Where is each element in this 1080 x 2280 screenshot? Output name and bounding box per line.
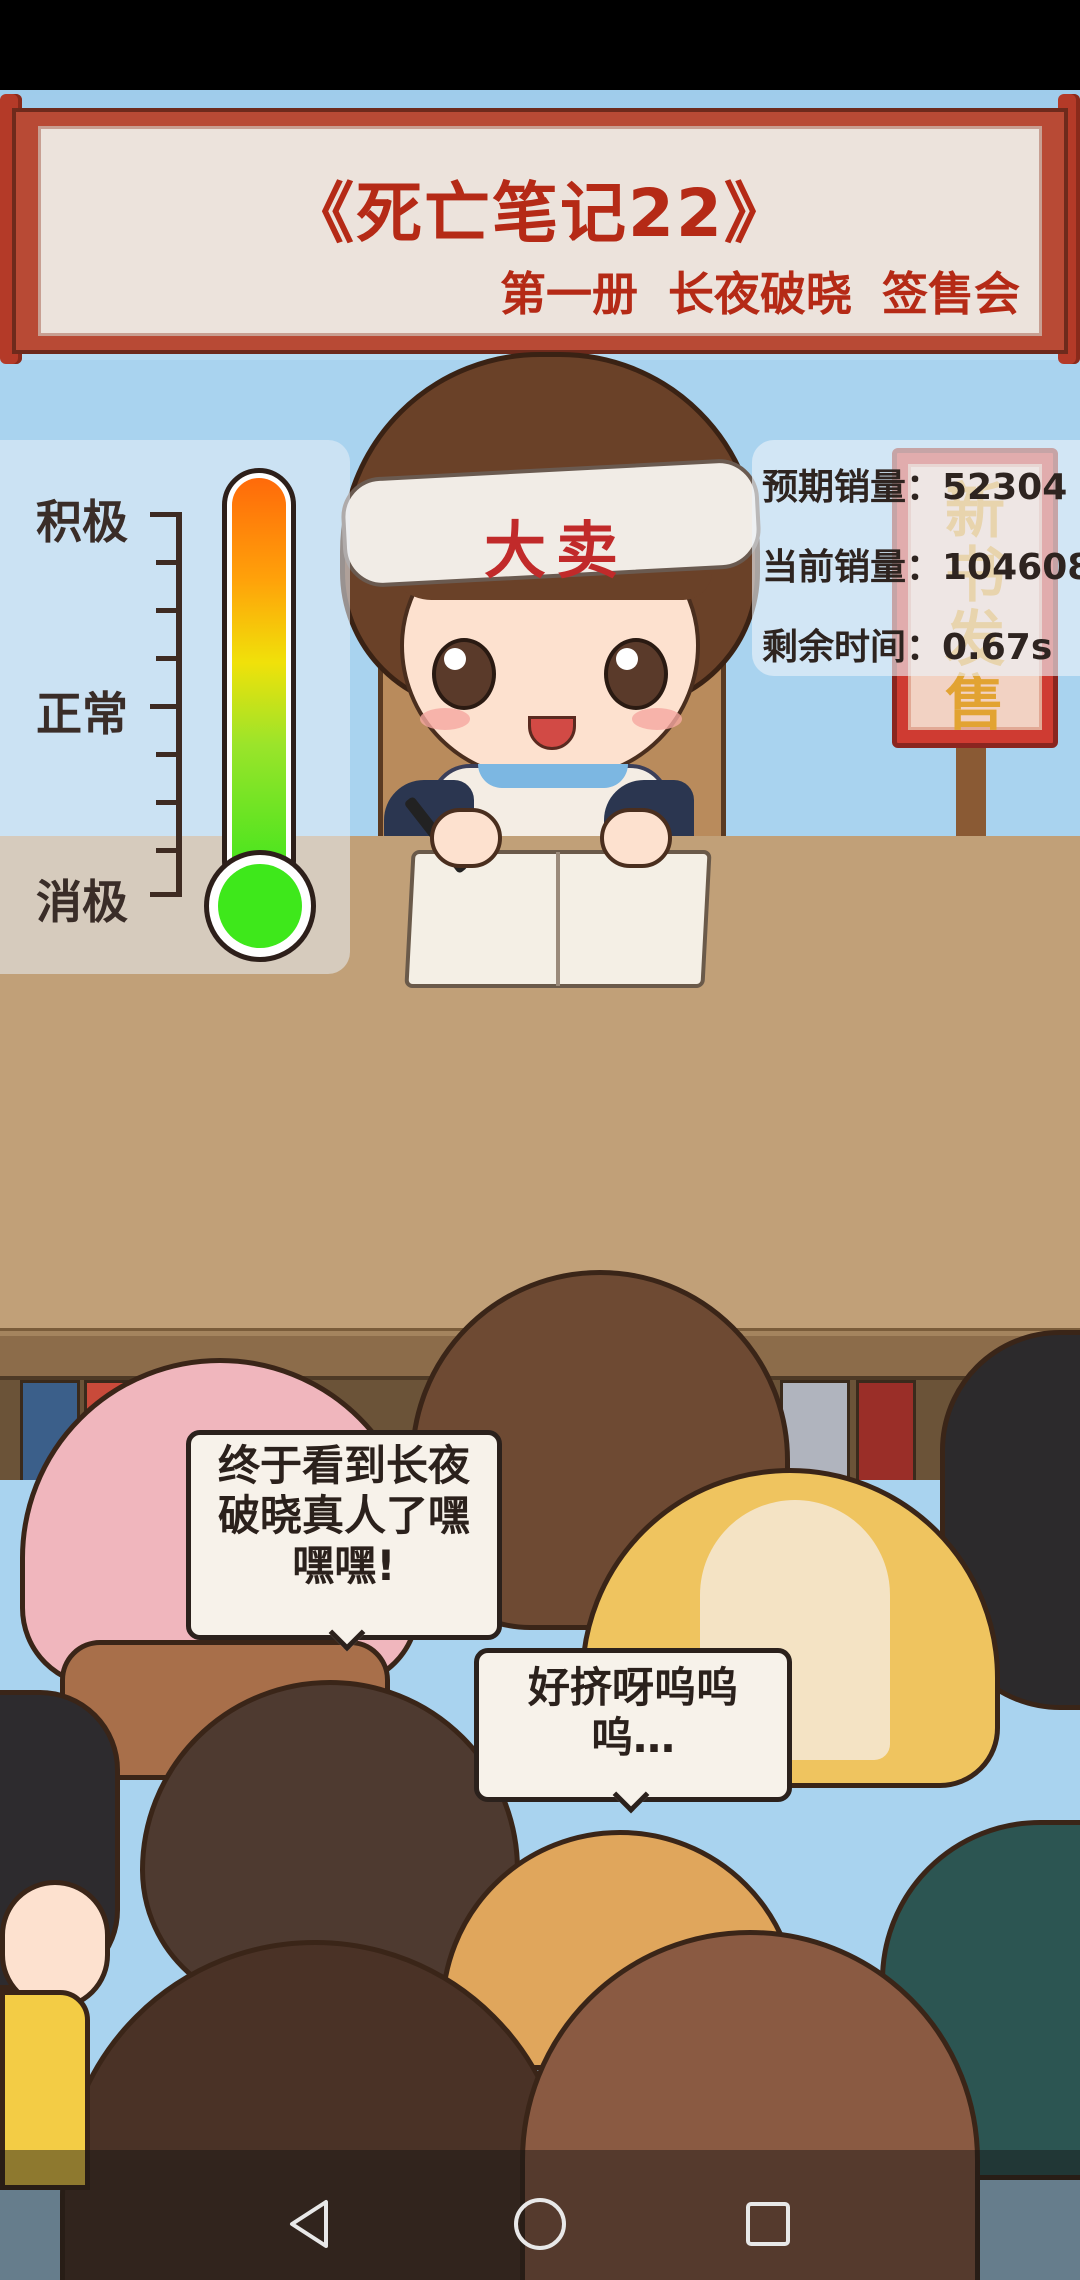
current-sales: 当前销量：104608 [762, 547, 1080, 588]
ruler-tick [150, 512, 182, 517]
ruler-tick [156, 560, 182, 565]
ruler-tick [156, 752, 182, 757]
author-left-eye-shine [444, 648, 466, 670]
thermometer-bulb-fill [218, 864, 302, 948]
author-blush-right [632, 708, 682, 730]
speech-bubble-1: 终于看到长夜破晓真人了嘿嘿嘿! [186, 1430, 502, 1640]
nav-back-button[interactable] [270, 2184, 350, 2264]
ruler-tick [150, 892, 182, 897]
banner-title: 《死亡笔记22》 [288, 175, 792, 252]
author-right-eye-shine [616, 648, 638, 670]
shelf-book [856, 1380, 916, 1490]
square-recents-icon [746, 2202, 790, 2246]
mood-label-positive: 积极 [36, 495, 128, 549]
speech-bubble-2-text: 好挤呀呜呜呜… [527, 1663, 738, 1762]
headband-text: 大卖 [483, 514, 628, 587]
expected-sales: 预期销量：52304 [762, 467, 1068, 508]
ruler-tick [156, 656, 182, 661]
game-scene: 《死亡笔记22》 第一册 长夜破晓 签售会 新书发售 大卖 积极 正常 消极 预 [0, 0, 1080, 2280]
author-right-eye [604, 638, 668, 710]
triangle-back-icon [290, 2200, 328, 2248]
book-spine [556, 852, 560, 986]
author-collar [478, 764, 628, 788]
ruler-tick [156, 800, 182, 805]
author-blush-left [420, 708, 470, 730]
mood-label-negative: 消极 [36, 875, 128, 929]
status-bar [0, 0, 1080, 90]
ruler-tick [156, 608, 182, 613]
ruler-tick [156, 848, 182, 853]
circle-home-icon [514, 2198, 566, 2250]
author-right-hand [600, 808, 672, 868]
speech-bubble-1-text: 终于看到长夜破晓真人了嘿嘿嘿! [217, 1441, 470, 1590]
ruler-tick [150, 704, 182, 709]
nav-home-button[interactable] [500, 2184, 580, 2264]
author-left-hand [430, 808, 502, 868]
nav-recents-button[interactable] [728, 2184, 808, 2264]
time-remaining: 剩余时间：0.67s [762, 627, 1053, 668]
sign-post [956, 740, 986, 840]
mood-label-normal: 正常 [36, 687, 128, 741]
author-left-eye [432, 638, 496, 710]
banner-subtitle: 第一册 长夜破晓 签售会 [499, 267, 1020, 321]
thermometer-fill [232, 478, 286, 888]
